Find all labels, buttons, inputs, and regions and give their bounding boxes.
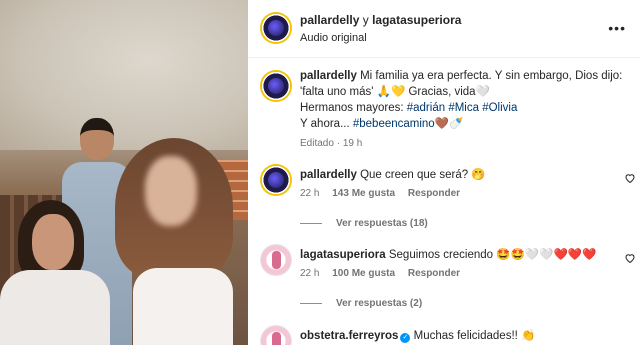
author-username[interactable]: pallardelly [300, 13, 359, 27]
caption-timestamp: 19 h [342, 138, 363, 149]
comment-likes[interactable]: 100 Me gusta [332, 268, 395, 279]
hashtag-bebeencamino[interactable]: #bebeencamino [353, 118, 435, 130]
caption-avatar[interactable] [260, 70, 292, 102]
comment-text: pallardelly Que creen que será? 🤭 [300, 167, 486, 181]
post-details-panel: pallardelly y lagatasuperiora Audio orig… [248, 0, 640, 345]
post-video-frame[interactable] [0, 0, 248, 345]
comment-likes[interactable]: 143 Me gusta [332, 188, 395, 199]
audio-link[interactable]: Audio original [300, 32, 367, 44]
comment-username[interactable]: lagatasuperiora [300, 249, 386, 261]
comment-body: Seguimos creciendo 🤩🤩🤍🤍❤️❤️❤️ [388, 249, 597, 261]
caption-meta: Editado · 19 h [300, 138, 363, 149]
heart-icon[interactable] [624, 172, 636, 184]
post-header: pallardelly y lagatasuperiora Audio orig… [248, 0, 640, 58]
view-replies-button[interactable]: Ver respuestas (18) [300, 218, 428, 229]
comment-username[interactable]: obstetra.ferreyros [300, 330, 398, 342]
comment-body: Que creen que será? 🤭 [360, 169, 486, 181]
coauthor-username[interactable]: lagatasuperiora [372, 13, 461, 27]
hashtag-olivia[interactable]: #Olivia [482, 102, 517, 114]
caption-username[interactable]: pallardelly [300, 70, 357, 82]
reply-button[interactable]: Responder [408, 188, 460, 199]
comment-meta: 22 h 143 Me gusta Responder [300, 188, 470, 199]
caption-emojis: 🤎🍼 [434, 118, 464, 130]
comment-text: obstetra.ferreyros ✓ Muchas felicidades!!… [300, 328, 535, 343]
authors-conjunction: y [362, 13, 369, 27]
hashtag-adrian[interactable]: #adrián [407, 102, 445, 114]
caption-line-3: Hermanos mayores: [300, 102, 404, 114]
caption-line-2: 'falta uno más' 🙏💛 Gracias, vida🤍 [300, 86, 490, 98]
post-authors: pallardelly y lagatasuperiora [300, 13, 461, 27]
caption-line-4: Y ahora... [300, 118, 350, 130]
replies-divider [300, 302, 322, 304]
comment-meta: 22 h 100 Me gusta Responder [300, 268, 470, 279]
more-horizontal-icon[interactable]: ••• [608, 20, 626, 36]
comment-item: lagatasuperiora Seguimos creciendo 🤩🤩🤍🤍❤… [260, 244, 638, 314]
person-girl-blurred [115, 138, 235, 345]
view-replies-button[interactable]: Ver respuestas (2) [300, 298, 422, 309]
comment-avatar[interactable] [260, 164, 292, 196]
hashtag-mica[interactable]: #Mica [448, 102, 479, 114]
comment-item: obstetra.ferreyros ✓ Muchas felicidades!!… [260, 325, 638, 345]
person-woman [0, 200, 110, 345]
heart-icon[interactable] [624, 252, 636, 264]
comment-avatar[interactable] [260, 244, 292, 276]
comment-body: Muchas felicidades!! 👏 [413, 330, 536, 342]
comment-item: pallardelly Que creen que será? 🤭 22 h 1… [260, 164, 638, 234]
reply-button[interactable]: Responder [408, 268, 460, 279]
author-avatar[interactable] [260, 12, 292, 44]
caption-text: pallardelly Mi familia ya era perfecta. … [300, 68, 635, 132]
comment-time: 22 h [300, 188, 320, 199]
verified-badge-icon: ✓ [400, 333, 411, 343]
edited-label: Editado [300, 138, 334, 149]
comment-text: lagatasuperiora Seguimos creciendo 🤩🤩🤍🤍❤… [300, 247, 596, 261]
replies-divider [300, 222, 322, 224]
comment-username[interactable]: pallardelly [300, 169, 357, 181]
comment-time: 22 h [300, 268, 320, 279]
caption-line-1: Mi familia ya era perfecta. Y sin embarg… [360, 70, 623, 82]
comment-avatar[interactable] [260, 325, 292, 345]
